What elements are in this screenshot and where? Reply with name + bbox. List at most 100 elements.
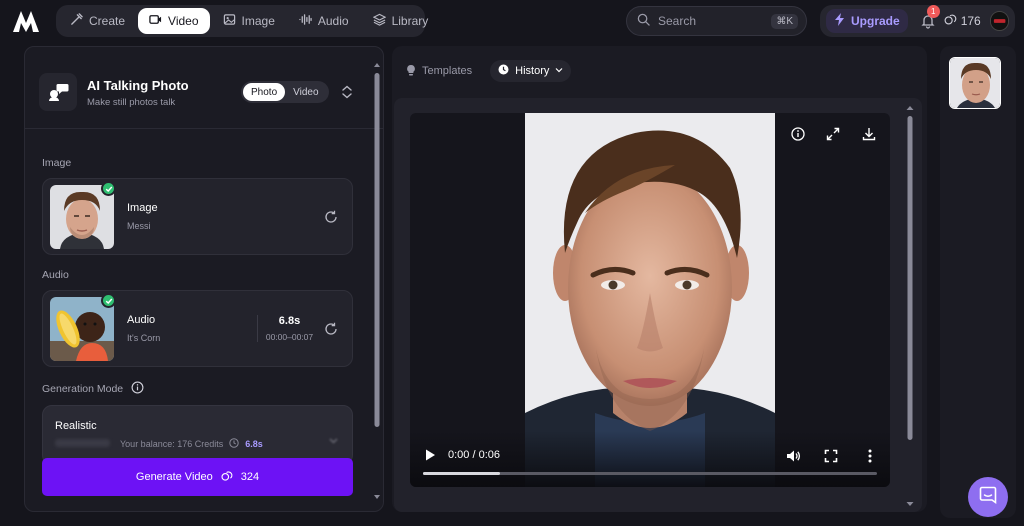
coins-icon	[944, 13, 957, 29]
video-viewer: 0:00 / 0:06	[394, 98, 922, 512]
nav-label: Audio	[317, 14, 349, 28]
image-section-label: Image	[42, 157, 72, 169]
audio-card-title: Audio	[127, 314, 156, 326]
tool-subtitle: Make still photos talk	[87, 97, 176, 108]
nav-image[interactable]: Image	[212, 8, 286, 34]
volume-icon[interactable]	[785, 448, 801, 464]
talking-photo-icon	[39, 73, 77, 111]
generation-mode-label: Generation Mode	[42, 383, 124, 395]
notification-badge: 1	[926, 5, 940, 18]
expand-icon[interactable]	[825, 126, 841, 142]
download-icon[interactable]	[861, 126, 877, 142]
chat-icon	[978, 485, 998, 510]
audio-range: 00:00–00:07	[265, 332, 314, 342]
tool-panel: AI Talking Photo Make still photos talk …	[24, 46, 384, 512]
refresh-icon[interactable]	[324, 210, 338, 224]
credits-count: 176	[960, 14, 981, 28]
account-cluster: Upgrade 1 176	[820, 5, 1015, 37]
tab-history[interactable]: History	[490, 60, 572, 82]
search-shortcut: ⌘K	[771, 13, 798, 29]
generate-video-button[interactable]: Generate Video 324	[42, 458, 353, 496]
tool-header: AI Talking Photo Make still photos talk …	[25, 47, 383, 129]
nav-audio[interactable]: Audio	[288, 8, 360, 34]
chevron-down-icon	[329, 432, 338, 444]
app-logo[interactable]	[12, 9, 40, 33]
generation-mode-select[interactable]: Realistic	[42, 405, 353, 465]
tab-templates-label: Templates	[422, 65, 473, 77]
search-icon	[637, 13, 650, 29]
nav-library[interactable]: Library	[362, 8, 440, 34]
fullscreen-icon[interactable]	[823, 448, 839, 464]
balance-text: Your balance: 176 Credits	[120, 439, 224, 449]
nav-label: Create	[89, 14, 126, 28]
nav-label: Video	[168, 14, 199, 28]
bell-icon	[920, 15, 936, 33]
notifications-button[interactable]: 1	[920, 5, 940, 29]
audio-card[interactable]: Audio It's Corn 6.8s 00:00–00:07	[42, 290, 353, 367]
tab-templates[interactable]: Templates	[398, 60, 480, 82]
progress-fill	[423, 472, 501, 475]
playback-time: 0:00 / 0:06	[448, 449, 500, 461]
generation-seconds: 6.8s	[245, 439, 263, 449]
preview-tabs: Templates History	[398, 60, 572, 82]
history-thumbnail[interactable]	[949, 57, 1001, 109]
balance-info: Your balance: 176 Credits 6.8s	[120, 438, 263, 450]
info-icon[interactable]	[131, 381, 144, 397]
audio-duration: 6.8s 00:00–00:07	[257, 315, 317, 342]
chat-support-button[interactable]	[968, 477, 1008, 517]
image-card-subtitle: Messi	[127, 221, 151, 231]
viewer-scrollbar[interactable]	[905, 104, 915, 508]
audio-duration-value: 6.8s	[278, 315, 301, 327]
image-card[interactable]: Image Messi	[42, 178, 353, 255]
mode-video[interactable]: Video	[285, 83, 326, 101]
more-options-icon[interactable]	[862, 448, 878, 464]
credits-display[interactable]: 176	[944, 13, 981, 29]
play-icon[interactable]	[423, 448, 439, 464]
lightbulb-icon	[406, 64, 416, 79]
image-card-title: Image	[127, 202, 158, 214]
mode-description	[55, 439, 110, 447]
main-nav: Create Video Image Audio Library	[56, 5, 428, 37]
audio-card-subtitle: It's Corn	[127, 333, 161, 343]
history-rail	[940, 46, 1016, 518]
image-icon	[223, 13, 236, 29]
video-controls: 0:00 / 0:06	[410, 431, 890, 487]
check-icon	[101, 293, 116, 308]
progress-bar[interactable]	[423, 472, 877, 475]
generation-mode-header: Generation Mode	[42, 381, 144, 397]
audio-icon	[299, 13, 312, 29]
audio-section-label: Audio	[42, 269, 69, 281]
coins-icon	[221, 470, 233, 485]
clock-icon	[498, 64, 509, 78]
info-icon[interactable]	[790, 126, 806, 142]
clock-icon	[229, 438, 239, 450]
nav-create[interactable]: Create	[59, 8, 136, 34]
generate-cost: 324	[240, 471, 260, 483]
generate-button-label: Generate Video	[135, 471, 213, 483]
tab-history-label: History	[515, 65, 550, 77]
check-icon	[101, 181, 116, 196]
panel-scrollbar[interactable]	[373, 61, 381, 501]
video-player[interactable]: 0:00 / 0:06	[410, 113, 890, 487]
create-icon	[70, 13, 83, 29]
top-bar: Create Video Image Audio Library Search …	[0, 0, 1024, 42]
nav-label: Library	[391, 14, 429, 28]
nav-label: Image	[241, 14, 275, 28]
search-bar[interactable]: Search ⌘K	[626, 6, 807, 36]
avatar[interactable]	[989, 11, 1009, 31]
upgrade-button[interactable]: Upgrade	[826, 9, 908, 33]
video-icon	[149, 13, 162, 29]
lightning-icon	[834, 13, 845, 29]
library-icon	[372, 13, 386, 29]
mode-toggle: Photo Video	[241, 81, 329, 103]
nav-video[interactable]: Video	[138, 8, 210, 34]
chevron-down-icon	[555, 65, 563, 77]
tool-title: AI Talking Photo	[87, 78, 189, 93]
refresh-icon[interactable]	[324, 322, 338, 336]
mode-photo[interactable]: Photo	[243, 83, 286, 101]
preview-panel: Templates History 0:00 / 0:06	[392, 46, 927, 512]
upgrade-label: Upgrade	[851, 14, 900, 28]
generation-mode-value: Realistic	[55, 420, 97, 432]
expand-collapse-icon[interactable]	[341, 85, 353, 99]
search-placeholder: Search	[658, 14, 697, 28]
